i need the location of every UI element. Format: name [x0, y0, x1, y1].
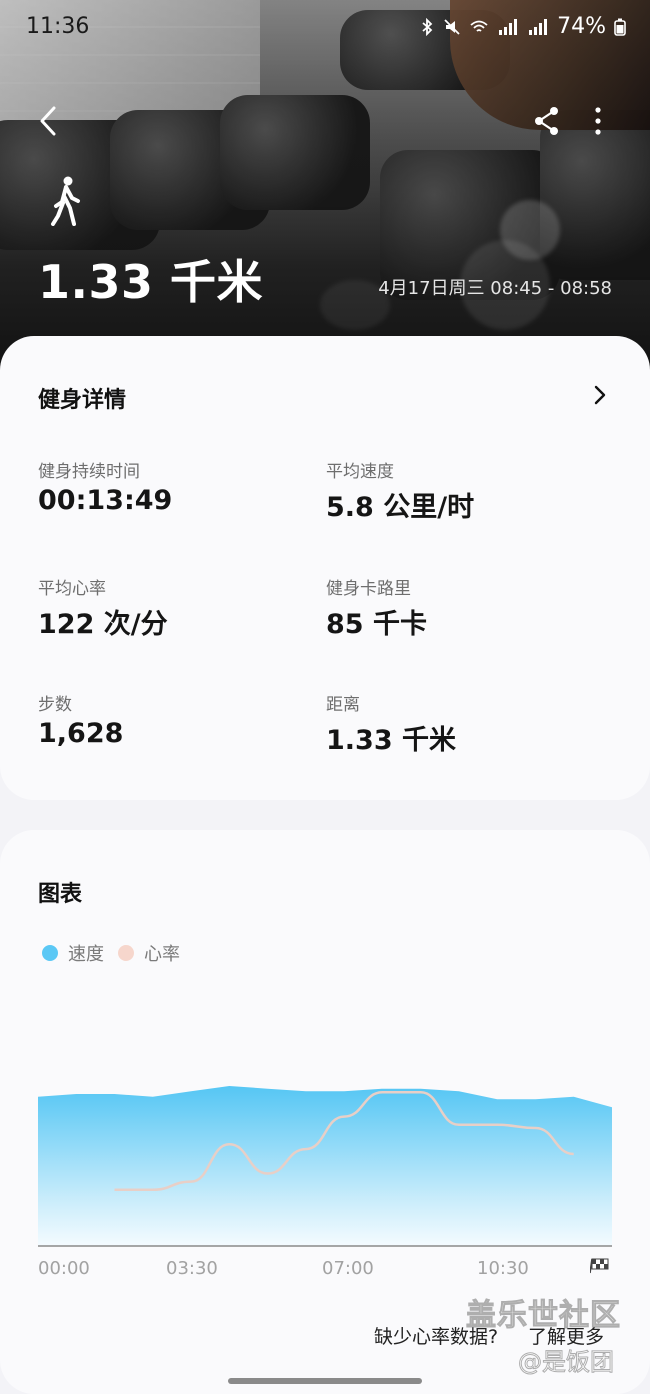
x-tick-label: 00:00 — [38, 1258, 90, 1279]
metric-steps-label: 步数 — [38, 695, 72, 715]
speed-area-series — [38, 1086, 612, 1246]
hero-shade — [0, 0, 650, 380]
hero-image — [0, 0, 650, 380]
metric-distance-label: 距离 — [326, 695, 360, 715]
chevron-right-icon[interactable] — [592, 384, 608, 406]
bluetooth-icon — [422, 17, 433, 36]
metric-distance-value: 1.33 千米 — [326, 725, 457, 756]
back-button[interactable] — [34, 104, 64, 138]
workout-details-card[interactable]: 健身详情 健身持续时间 00:13:49 平均速度 5.8 公里/时 平均心率 … — [0, 336, 650, 800]
status-time: 11:36 — [26, 14, 90, 39]
legend-dot-speed — [42, 945, 58, 961]
metric-duration-label: 健身持续时间 — [38, 462, 140, 482]
x-tick-label: 10:30 — [477, 1258, 529, 1279]
share-button[interactable] — [532, 104, 562, 138]
signal-hd-icon — [499, 18, 518, 35]
legend-label-heart-rate: 心率 — [144, 944, 180, 965]
metric-calories-value: 85 千卡 — [326, 609, 427, 640]
walking-icon — [51, 176, 80, 226]
metric-duration-value: 00:13:49 — [38, 485, 173, 516]
metric-avg-hr-value: 122 次/分 — [38, 609, 168, 640]
status-bar: 11:36 74% — [0, 0, 650, 56]
x-tick-label: 07:00 — [322, 1258, 374, 1279]
battery-percent: 74% — [557, 14, 606, 39]
chart-title: 图表 — [38, 882, 83, 907]
mute-icon — [444, 18, 460, 35]
metric-calories-label: 健身卡路里 — [326, 579, 411, 599]
battery-icon — [614, 18, 626, 36]
legend-label-speed: 速度 — [68, 944, 104, 965]
watermark-author: @是饭团 — [518, 1348, 615, 1377]
legend-dot-heart-rate — [118, 945, 134, 961]
more-vertical-icon — [595, 107, 601, 135]
signal-5g-icon — [529, 18, 548, 35]
metric-avg-speed-label: 平均速度 — [326, 462, 394, 482]
back-arrow-icon — [40, 106, 56, 136]
metric-avg-hr-label: 平均心率 — [38, 579, 106, 599]
hero-distance: 1.33 千米 — [38, 255, 264, 309]
home-indicator[interactable] — [228, 1378, 422, 1384]
share-icon — [535, 107, 558, 135]
legend-item-heart-rate[interactable]: 心率 — [118, 940, 180, 966]
watermark-community: 盖乐世社区 — [466, 1298, 621, 1334]
metric-steps-value: 1,628 — [38, 718, 124, 749]
legend-item-speed[interactable]: 速度 — [42, 940, 104, 966]
finish-flag-icon — [590, 1258, 609, 1274]
wifi-icon — [470, 20, 488, 32]
metric-avg-speed-value: 5.8 公里/时 — [326, 492, 475, 523]
workout-datetime: 4月17日周三 08:45 - 08:58 — [378, 278, 612, 299]
more-options-button[interactable] — [588, 104, 608, 138]
speed-heart-rate-chart[interactable] — [0, 1030, 650, 1290]
x-tick-label: 03:30 — [166, 1258, 218, 1279]
status-icons: 74% — [419, 14, 626, 39]
details-title: 健身详情 — [38, 388, 127, 413]
chart-legend: 速度 心率 — [42, 940, 194, 966]
